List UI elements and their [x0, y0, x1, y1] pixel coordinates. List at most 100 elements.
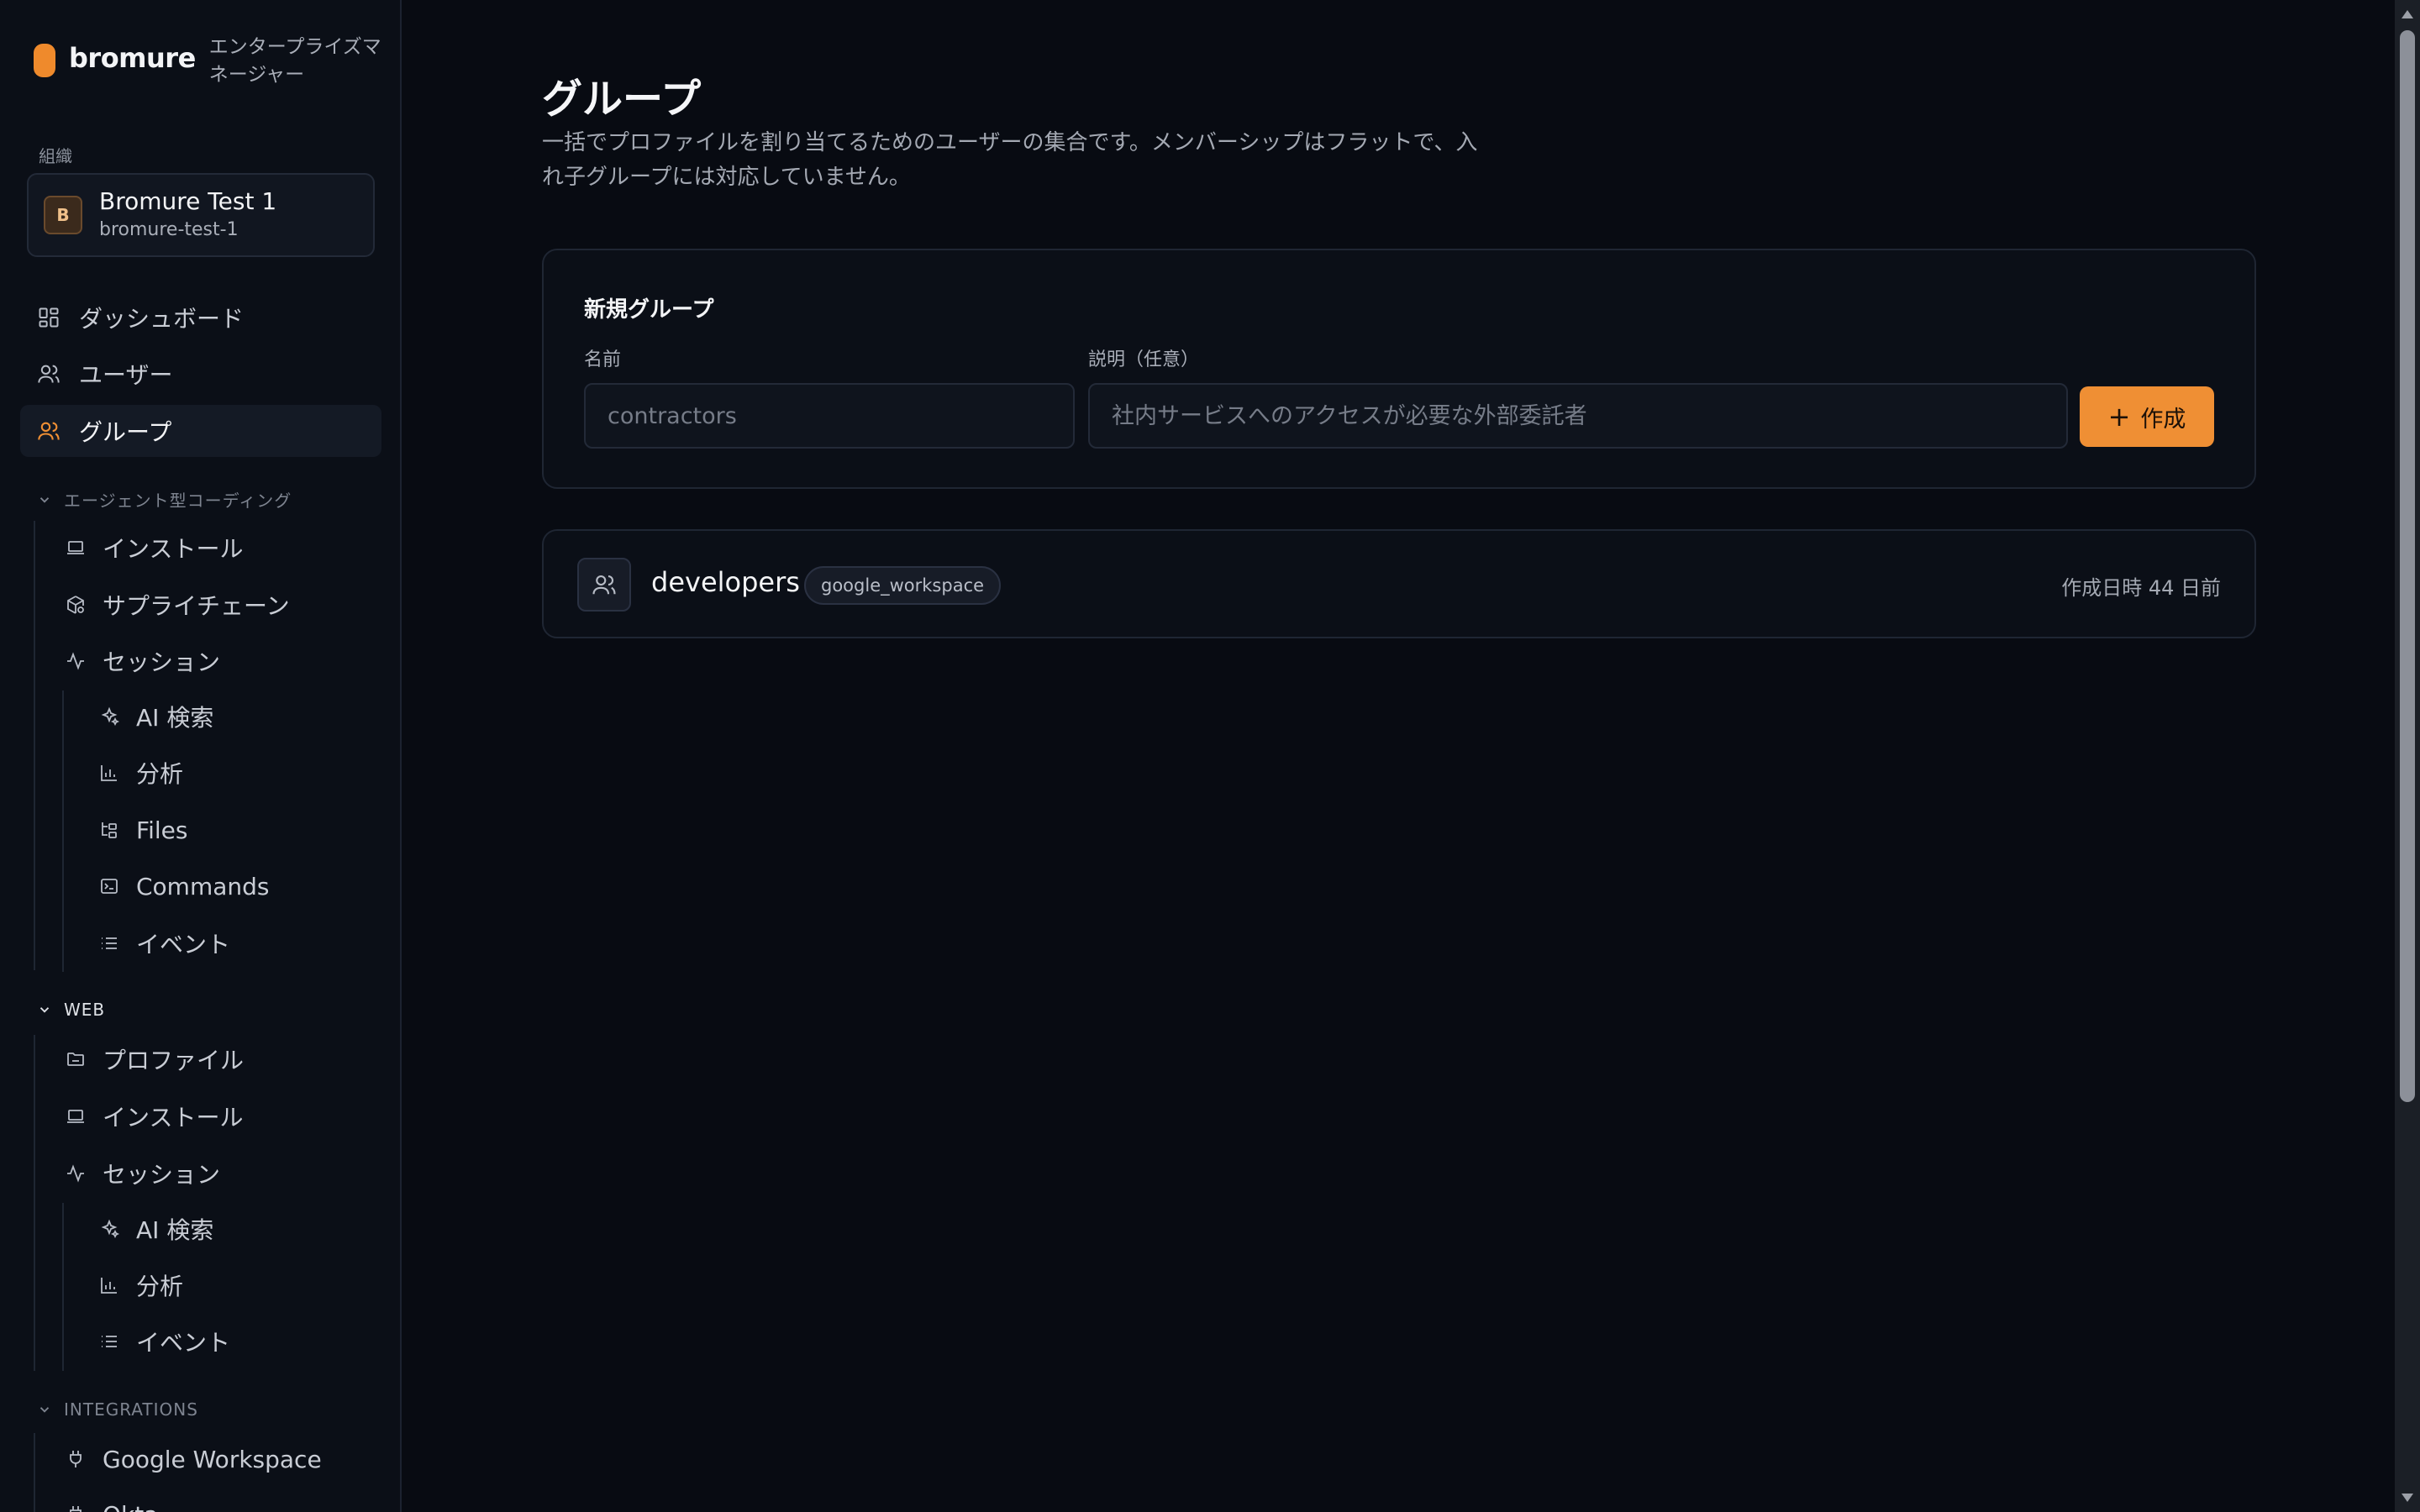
create-group-button[interactable]: + 作成 — [2080, 386, 2214, 447]
group-description-input[interactable] — [1088, 383, 2068, 449]
nav-agentic-sessions[interactable]: セッション — [66, 635, 368, 687]
brand[interactable]: bromure エンタープライズマネージャー — [34, 34, 394, 89]
nav-okta[interactable]: Okta — [66, 1488, 368, 1512]
nav-web-events-label: イベント — [136, 1329, 231, 1357]
terminal-icon — [101, 879, 118, 894]
nav-agentic-install-label: インストール — [103, 535, 244, 563]
nav-web-install[interactable]: インストール — [66, 1090, 368, 1142]
list-icon — [102, 1336, 117, 1347]
new-group-card: 新規グループ 名前 説明（任意） + 作成 — [542, 249, 2256, 489]
users-icon — [38, 365, 60, 383]
nav-commands-label: Commands — [136, 872, 270, 900]
chevron-down-icon — [39, 496, 50, 503]
nav-web-sessions-label: セッション — [103, 1161, 221, 1189]
nav-agentic-events[interactable]: イベント — [99, 917, 368, 969]
main-content: グループ 一括でプロファイルを割り当てるためのユーザーの集合です。メンバーシップ… — [403, 0, 2395, 1512]
tree-line — [34, 521, 35, 970]
group-name-input[interactable] — [584, 383, 1075, 449]
activity-icon — [67, 652, 84, 670]
sidebar: bromure エンタープライズマネージャー 組織 B Bromure Test… — [0, 0, 402, 1512]
group-users-icon — [577, 558, 631, 612]
laptop-icon — [67, 1110, 84, 1123]
org-section-label: 組織 — [39, 146, 72, 166]
page-description: 一括でプロファイルを割り当てるためのユーザーの集合です。メンバーシップはフラット… — [542, 130, 1478, 190]
section-agentic-label: エージェント型コーディング — [64, 491, 292, 511]
nav-web-events[interactable]: イベント — [99, 1315, 368, 1368]
name-field-label: 名前 — [584, 349, 622, 370]
folder-icon — [67, 1053, 84, 1066]
nav-supply-chain[interactable]: サプライチェーン — [66, 579, 368, 631]
folder-tree-icon — [102, 822, 117, 838]
nav-files[interactable]: Files — [99, 804, 368, 856]
bar-chart-icon — [101, 765, 117, 781]
description-field-label: 説明（任意） — [1088, 349, 1200, 370]
laptop-icon — [67, 541, 84, 554]
scroll-up-arrow-icon[interactable] — [2402, 10, 2413, 18]
nav-web-install-label: インストール — [103, 1104, 244, 1131]
scroll-thumb[interactable] — [2400, 30, 2415, 1102]
nav-okta-label: Okta — [103, 1501, 158, 1512]
page-scrollbar[interactable] — [2395, 0, 2420, 1512]
nav-google-workspace-label: Google Workspace — [103, 1445, 322, 1473]
dashboard-grid-icon — [39, 307, 59, 328]
nav-users[interactable]: ユーザー — [37, 348, 373, 400]
sparkles-icon — [101, 706, 119, 727]
nav-commands[interactable]: Commands — [99, 860, 368, 912]
tree-line — [34, 1035, 35, 1371]
nav-groups-label: グループ — [79, 418, 172, 446]
nav-users-label: ユーザー — [79, 361, 173, 389]
chevron-down-icon — [39, 1407, 50, 1413]
group-name[interactable]: developers — [651, 566, 800, 598]
section-integrations-toggle[interactable]: INTEGRATIONS — [37, 1399, 198, 1420]
tree-line — [62, 690, 64, 972]
nav-google-workspace[interactable]: Google Workspace — [66, 1433, 368, 1485]
plus-icon: + — [2107, 401, 2131, 433]
nav-agentic-analytics[interactable]: 分析 — [99, 747, 368, 799]
section-integrations-label: INTEGRATIONS — [64, 1399, 198, 1420]
tree-line — [62, 1203, 64, 1371]
section-agentic-toggle[interactable]: エージェント型コーディング — [37, 487, 292, 512]
brand-name: bromure — [69, 42, 196, 74]
chevron-down-icon — [39, 1007, 50, 1013]
nav-files-label: Files — [136, 816, 188, 844]
group-source-badge: google_workspace — [804, 566, 1002, 605]
nav-agentic-install[interactable]: インストール — [66, 522, 368, 574]
nav-web-ai-search-label: AI 検索 — [136, 1216, 214, 1244]
nav-agentic-sessions-label: セッション — [103, 648, 221, 676]
section-web-toggle[interactable]: WEB — [37, 1000, 105, 1020]
nav-agentic-analytics-label: 分析 — [136, 760, 184, 788]
nav-supply-chain-label: サプライチェーン — [103, 592, 290, 620]
plug-icon — [70, 1506, 82, 1512]
org-name: Bromure Test 1 — [99, 187, 277, 215]
nav-web-ai-search[interactable]: AI 検索 — [99, 1203, 368, 1255]
section-web-label: WEB — [64, 1000, 106, 1020]
org-switcher[interactable]: B Bromure Test 1 bromure-test-1 — [27, 173, 375, 257]
bromure-logo-icon — [34, 44, 55, 77]
nav-profiles-label: プロファイル — [103, 1047, 245, 1074]
brand-tagline: エンタープライズマネージャー — [208, 36, 381, 86]
nav-dashboard[interactable]: ダッシュボード — [37, 291, 373, 344]
package-check-icon — [67, 596, 84, 614]
page-title: グループ — [542, 76, 702, 123]
new-group-title: 新規グループ — [584, 297, 714, 323]
org-slug: bromure-test-1 — [99, 219, 239, 240]
activity-icon — [67, 1164, 84, 1183]
nav-groups[interactable]: グループ — [20, 405, 381, 457]
plug-icon — [70, 1451, 82, 1467]
tree-line — [34, 1433, 35, 1512]
org-avatar: B — [44, 196, 82, 234]
nav-profiles[interactable]: プロファイル — [66, 1033, 368, 1085]
nav-agentic-ai-search[interactable]: AI 検索 — [99, 690, 368, 743]
nav-web-sessions[interactable]: セッション — [66, 1147, 368, 1200]
nav-web-analytics-label: 分析 — [136, 1273, 184, 1300]
group-created-date: 作成日時 44 日前 — [2061, 576, 2221, 600]
bar-chart-icon — [101, 1278, 117, 1294]
nav-web-analytics[interactable]: 分析 — [99, 1259, 368, 1311]
scroll-down-arrow-icon[interactable] — [2402, 1494, 2413, 1502]
groups-icon — [38, 422, 60, 440]
nav-dashboard-label: ダッシュボード — [79, 305, 245, 333]
group-row[interactable]: developers google_workspace 作成日時 44 日前 — [542, 529, 2256, 638]
list-icon — [102, 937, 117, 949]
nav-agentic-events-label: イベント — [136, 931, 231, 958]
nav-agentic-ai-search-label: AI 検索 — [136, 704, 214, 732]
